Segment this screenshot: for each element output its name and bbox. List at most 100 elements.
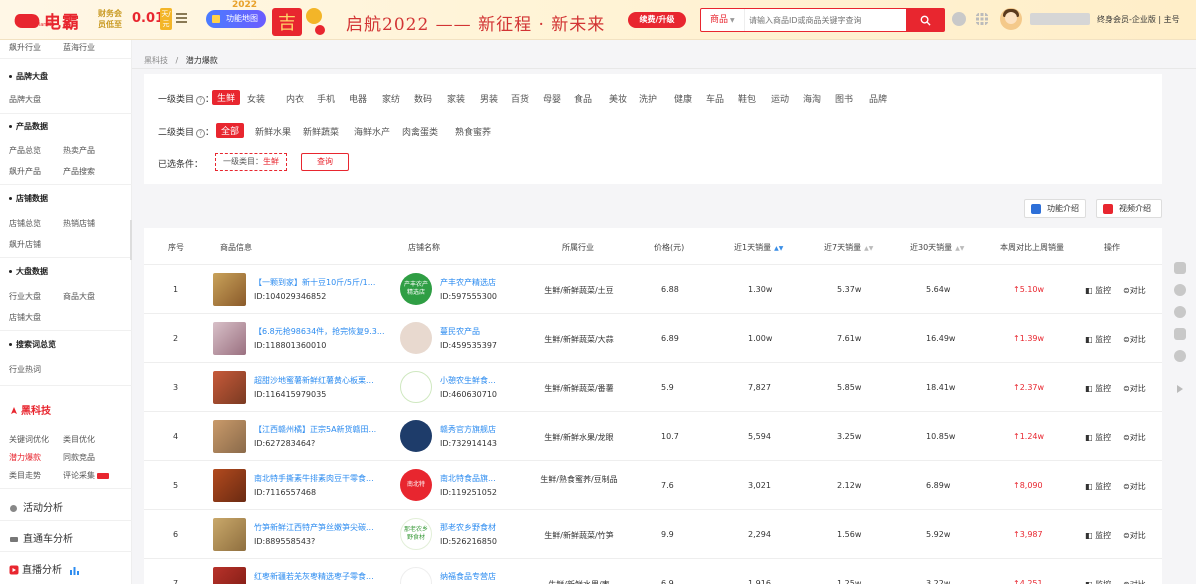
level2-chip[interactable]: 新鲜蔬菜 — [303, 125, 339, 138]
sidebar-item-rising-stores[interactable]: 飙升店铺 — [9, 239, 41, 250]
sidebar-item-rising-products[interactable]: 飙升产品 — [9, 166, 41, 177]
store-logo[interactable] — [400, 567, 432, 584]
sort-icon[interactable]: ▲▼ — [864, 245, 873, 252]
level1-chip[interactable]: 健康 — [674, 92, 692, 105]
product-thumbnail[interactable] — [213, 518, 246, 551]
product-thumbnail[interactable] — [213, 469, 246, 502]
level1-chip[interactable]: 品牌 — [869, 92, 887, 105]
monitor-button[interactable]: ◧ 监控 — [1085, 432, 1111, 443]
level2-chip[interactable]: 海鲜水产 — [354, 125, 390, 138]
sidebar-item-blue-ocean[interactable]: 蓝海行业 — [63, 42, 95, 53]
renew-upgrade-button[interactable]: 续费/升级 — [628, 12, 686, 28]
level1-chip[interactable]: 洗护 — [639, 92, 657, 105]
monitor-button[interactable]: ◧ 监控 — [1085, 285, 1111, 296]
apps-grid-icon[interactable] — [975, 12, 989, 26]
compare-button[interactable]: ⊜对比 — [1123, 383, 1146, 394]
sidebar-item-category-optimize[interactable]: 类目优化 — [63, 434, 95, 445]
sidebar-item-ztc-analysis[interactable]: 直通车分析 — [9, 530, 73, 545]
level1-chip[interactable]: 手机 — [317, 92, 335, 105]
search-button[interactable] — [906, 9, 944, 31]
membership-level[interactable]: 终身会员-企业版 | 主号 — [1097, 14, 1180, 25]
table-row[interactable]: 6 竹笋新鲜江西特产笋丝嫩笋尖碳... ID:889558543? 那老农乡野食材 那老… — [144, 510, 1162, 559]
table-row[interactable]: 4 【江西赣州橘】正宗5A新货赣田... ID:627283464? 赣秀官方旗舰店 I… — [144, 412, 1162, 461]
store-logo[interactable]: 南北特 — [400, 469, 432, 501]
bell-icon[interactable] — [1174, 306, 1186, 318]
screen-icon[interactable] — [1174, 262, 1186, 274]
compare-button[interactable]: ⊜对比 — [1123, 579, 1146, 584]
menu-icon[interactable] — [176, 13, 187, 23]
compare-button[interactable]: ⊜对比 — [1123, 334, 1146, 345]
product-thumbnail[interactable] — [213, 567, 246, 584]
monitor-button[interactable]: ◧ 监控 — [1085, 579, 1111, 584]
sidebar-item-live-analysis[interactable]: 直播分析 — [9, 561, 80, 576]
table-row[interactable]: 2 【6.8元抢98634件，抢完恢复9.3... ID:118801360010 蔓… — [144, 314, 1162, 363]
level1-chip[interactable]: 电器 — [349, 92, 367, 105]
store-logo[interactable]: 产丰农产精选店 — [400, 273, 432, 305]
function-intro-button[interactable]: 功能介绍 — [1024, 199, 1086, 218]
table-row[interactable]: 3 超甜沙地蜜薯新鲜红薯黄心板栗... ID:116415979035 小憩农生鲜食.… — [144, 363, 1162, 412]
compare-button[interactable]: ⊜对比 — [1123, 481, 1146, 492]
compare-button[interactable]: ⊜对比 — [1123, 285, 1146, 296]
help-icon[interactable]: ? — [196, 96, 206, 105]
store-name-link[interactable]: 产丰农产精选店 — [440, 277, 496, 288]
function-map-button[interactable]: 功能地图 — [206, 10, 266, 28]
compare-button[interactable]: ⊜对比 — [1123, 432, 1146, 443]
th-sales-30d[interactable]: 近30天销量 ▲▼ — [910, 242, 964, 253]
sidebar-item-rising-industry[interactable]: 飙升行业 — [9, 42, 41, 53]
sidebar-item-goods-market[interactable]: 商品大盘 — [63, 291, 95, 302]
help-icon[interactable] — [952, 12, 966, 26]
sidebar-item-industry-hotwords[interactable]: 行业热词 — [9, 364, 41, 375]
level1-chip[interactable]: 运动 — [771, 92, 789, 105]
sidebar-item-keyword-optimize[interactable]: 关键词优化 — [9, 434, 49, 445]
level2-chip[interactable]: 全部 — [216, 123, 245, 138]
chat-icon[interactable] — [1174, 284, 1186, 296]
monitor-button[interactable]: ◧ 监控 — [1085, 481, 1111, 492]
collapse-arrow-icon[interactable] — [1176, 384, 1184, 394]
level2-chip[interactable]: 肉禽蛋类 — [402, 125, 438, 138]
level1-chip[interactable]: 百货 — [511, 92, 529, 105]
table-row[interactable]: 5 南北特手撕素牛排素肉豆干零食... ID:7116557468 南北特 南北特食品旗… — [144, 461, 1162, 510]
sidebar-item-review-collect[interactable]: 评论采集 — [63, 470, 109, 481]
sidebar-item-product-overview[interactable]: 产品总览 — [9, 145, 41, 156]
store-name-link[interactable]: 蔓民农产品 — [440, 326, 480, 337]
sort-icon[interactable]: ▲▼ — [955, 245, 964, 252]
monitor-button[interactable]: ◧ 监控 — [1085, 334, 1111, 345]
monitor-button[interactable]: ◧ 监控 — [1085, 530, 1111, 541]
store-name-link[interactable]: 小憩农生鲜食... — [440, 375, 496, 386]
sidebar-item-hot-stores[interactable]: 热销店铺 — [63, 218, 95, 229]
logo[interactable]: 电霸 — [11, 8, 80, 33]
product-thumbnail[interactable] — [213, 273, 246, 306]
level1-chip[interactable]: 生鲜 — [212, 90, 241, 105]
level1-chip[interactable]: 海淘 — [803, 92, 821, 105]
query-button[interactable]: 查询 — [301, 153, 349, 171]
level1-chip[interactable]: 男装 — [480, 92, 498, 105]
sidebar-item-product-search[interactable]: 产品搜索 — [63, 166, 95, 177]
monitor-button[interactable]: ◧ 监控 — [1085, 383, 1111, 394]
sidebar-item-hot-products[interactable]: 热卖产品 — [63, 145, 95, 156]
sidebar-item-brand-overview[interactable]: 品牌大盘 — [9, 94, 41, 105]
product-thumbnail[interactable] — [213, 420, 246, 453]
search-type-select[interactable]: 商品 ▼ — [701, 9, 745, 31]
sort-icon[interactable]: ▲▼ — [774, 245, 783, 252]
avatar[interactable] — [1000, 8, 1022, 30]
sidebar-item-same-competitors[interactable]: 同款竞品 — [63, 452, 95, 463]
level1-chip[interactable]: 家装 — [447, 92, 465, 105]
store-name-link[interactable]: 南北特食品旗... — [440, 473, 496, 484]
level2-chip[interactable]: 熟食蜜荞 — [455, 125, 491, 138]
table-row[interactable]: 7红枣新疆若羌灰枣精选枣子零食...纳福食品专营店生鲜/新鲜水果/枣6.91,9… — [144, 559, 1162, 584]
level1-chip[interactable]: 家纺 — [382, 92, 400, 105]
store-logo[interactable] — [400, 322, 432, 354]
th-sales-7d[interactable]: 近7天销量 ▲▼ — [824, 242, 873, 253]
store-logo[interactable] — [400, 371, 432, 403]
sidebar-item-store-overview[interactable]: 店铺总览 — [9, 218, 41, 229]
sidebar-item-category-trend[interactable]: 类目走势 — [9, 470, 41, 481]
selected-condition-tag[interactable]: 一级类目：生鲜 — [215, 153, 287, 171]
member-promo-badge[interactable]: 财务会 员低至 — [98, 8, 122, 30]
headset-icon[interactable] — [1174, 328, 1186, 340]
level1-chip[interactable]: 车品 — [706, 92, 724, 105]
compare-button[interactable]: ⊜对比 — [1123, 530, 1146, 541]
settings-icon[interactable] — [1174, 350, 1186, 362]
level1-chip[interactable]: 图书 — [835, 92, 853, 105]
sidebar-item-activity-analysis[interactable]: 活动分析 — [9, 499, 63, 514]
product-thumbnail[interactable] — [213, 322, 246, 355]
